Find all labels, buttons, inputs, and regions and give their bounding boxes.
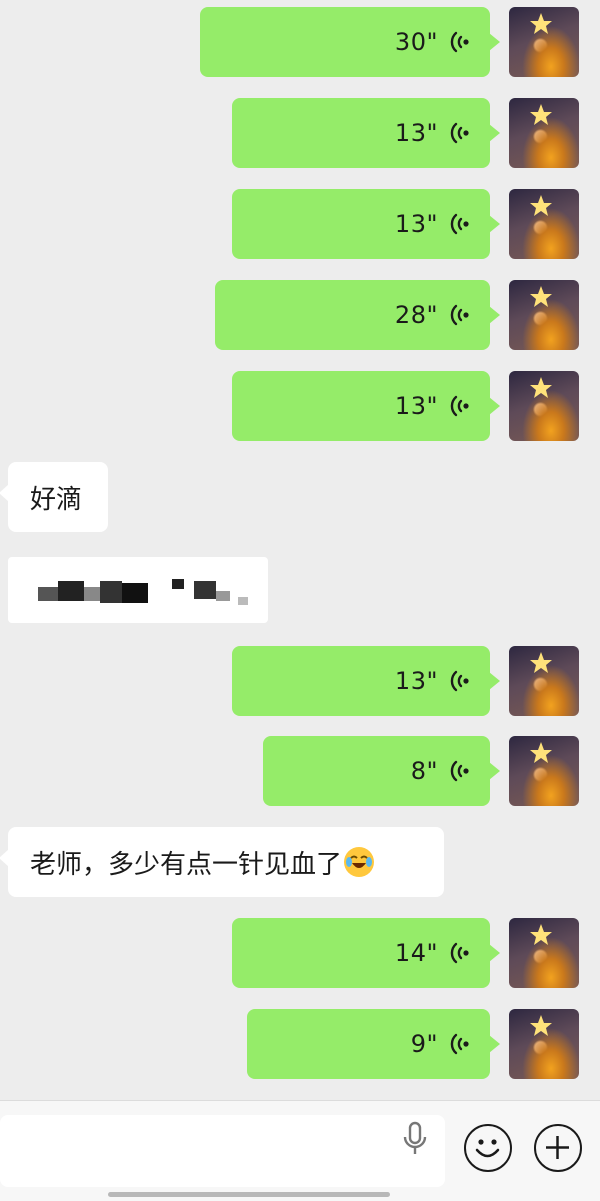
pixel-block	[172, 579, 184, 589]
voice-message[interactable]: 13"	[232, 189, 500, 259]
voice-wave-icon	[450, 1033, 469, 1055]
incoming-message[interactable]: 老师，多少有点一针见血了	[0, 827, 444, 897]
voice-duration: 30"	[394, 28, 438, 56]
voice-wave-icon	[450, 122, 469, 144]
voice-duration: 13"	[394, 392, 438, 420]
voice-wave-icon	[450, 31, 469, 53]
voice-wave-icon	[450, 670, 469, 692]
voice-duration: 28"	[394, 301, 438, 329]
message-input[interactable]	[0, 1115, 445, 1187]
voice-wave-icon	[450, 760, 469, 782]
emoji-icon	[475, 1139, 500, 1158]
voice-message[interactable]: 13"	[232, 646, 500, 716]
star-icon	[530, 286, 552, 307]
avatar[interactable]	[509, 371, 579, 441]
pixel-block	[100, 581, 122, 603]
star-icon	[530, 377, 552, 398]
voice-message[interactable]: 8"	[263, 736, 500, 806]
pixel-block	[216, 591, 230, 601]
star-icon	[530, 742, 552, 763]
voice-duration: 13"	[394, 210, 438, 238]
voice-message[interactable]: 30"	[200, 7, 500, 77]
plus-button[interactable]	[534, 1124, 582, 1172]
avatar[interactable]	[509, 1009, 579, 1079]
voice-wave-icon	[450, 942, 469, 964]
avatar[interactable]	[509, 918, 579, 988]
avatar[interactable]	[509, 189, 579, 259]
star-icon	[530, 1015, 552, 1036]
voice-message[interactable]: 28"	[215, 280, 500, 350]
message-text: 好滴	[30, 484, 83, 515]
rolling-laughing-emoji-icon	[344, 847, 375, 877]
voice-message[interactable]: 14"	[232, 918, 500, 988]
emoji-button[interactable]	[464, 1124, 512, 1172]
pixel-block	[238, 597, 248, 605]
incoming-message[interactable]: 好滴	[0, 462, 108, 532]
star-icon	[530, 195, 552, 216]
avatar[interactable]	[509, 646, 579, 716]
voice-duration: 8"	[410, 757, 438, 785]
voice-duration: 13"	[394, 119, 438, 147]
microphone-icon[interactable]	[400, 1121, 430, 1157]
redacted-message[interactable]	[8, 557, 268, 623]
voice-wave-icon	[450, 304, 469, 326]
avatar[interactable]	[509, 736, 579, 806]
message-text: 老师，多少有点一针见血了	[30, 849, 343, 880]
home-indicator	[108, 1192, 390, 1197]
pixel-block	[38, 587, 58, 601]
input-bar	[0, 1100, 600, 1201]
plus-icon	[546, 1136, 569, 1159]
voice-wave-icon	[450, 213, 469, 235]
voice-duration: 13"	[394, 667, 438, 695]
voice-message[interactable]: 9"	[247, 1009, 500, 1079]
star-icon	[530, 924, 552, 945]
star-icon	[530, 13, 552, 34]
star-icon	[530, 104, 552, 125]
voice-duration: 9"	[410, 1030, 438, 1058]
voice-message[interactable]: 13"	[232, 98, 500, 168]
avatar[interactable]	[509, 7, 579, 77]
avatar[interactable]	[509, 98, 579, 168]
voice-duration: 14"	[394, 939, 438, 967]
pixel-block	[84, 587, 100, 601]
star-icon	[530, 652, 552, 673]
voice-message[interactable]: 13"	[232, 371, 500, 441]
pixel-block	[58, 581, 84, 601]
pixel-block	[122, 583, 148, 603]
avatar[interactable]	[509, 280, 579, 350]
pixel-block	[194, 581, 216, 599]
voice-wave-icon	[450, 395, 469, 417]
